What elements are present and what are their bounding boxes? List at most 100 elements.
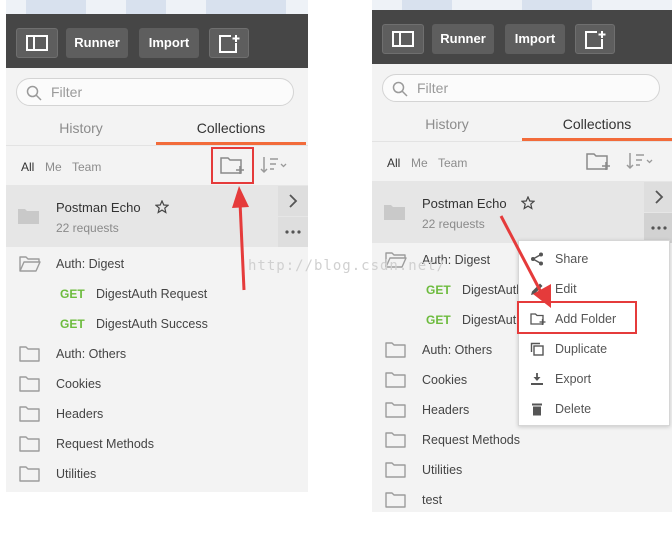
search-box[interactable]	[382, 74, 660, 102]
expand-collection-button[interactable]	[278, 186, 308, 216]
folder-icon	[19, 466, 40, 482]
menu-item-label: Delete	[555, 402, 592, 416]
folder-label: Auth: Digest	[56, 257, 125, 271]
sidebar-toggle-button[interactable]	[16, 28, 58, 58]
filter-me[interactable]: Me	[45, 160, 62, 174]
highlight-new-folder	[211, 147, 254, 184]
duplicate-icon	[530, 342, 544, 356]
folder-label: Auth: Others	[422, 343, 493, 357]
menu-item-delete[interactable]: Delete	[519, 394, 669, 424]
import-button[interactable]: Import	[139, 28, 199, 58]
tab-history[interactable]: History	[372, 111, 522, 137]
sidebar-icon	[392, 31, 414, 47]
folder-icon	[19, 406, 40, 422]
folder-icon	[385, 432, 406, 448]
menu-item-label: Edit	[555, 282, 577, 296]
folder-row[interactable]: test	[372, 485, 672, 512]
menu-item-label: Export	[555, 372, 592, 386]
tab-collections[interactable]: Collections	[156, 115, 306, 141]
folder-icon	[19, 376, 40, 392]
collection-item[interactable]: Postman Echo 22 requests	[6, 185, 308, 247]
request-label: DigestAuth Success	[96, 317, 208, 331]
folder-row[interactable]: Request Methods	[6, 429, 308, 459]
method-badge: GET	[426, 313, 451, 327]
folder-row[interactable]: Cookies	[6, 369, 308, 399]
more-icon	[285, 230, 301, 234]
method-badge: GET	[60, 287, 85, 301]
menu-item-export[interactable]: Export	[519, 364, 669, 394]
new-window-button[interactable]	[209, 28, 249, 58]
folder-label: Utilities	[56, 467, 97, 481]
collection-more-button[interactable]	[644, 213, 672, 243]
sidebar-panel-left: Runner Import History Collections All Me…	[6, 0, 308, 492]
folder-icon	[385, 402, 406, 418]
chevron-right-icon	[289, 194, 298, 208]
new-tab-icon	[219, 35, 240, 53]
menu-item-label: Duplicate	[555, 342, 608, 356]
folder-icon	[385, 372, 406, 388]
expand-collection-button[interactable]	[644, 182, 672, 212]
folder-label: test	[422, 493, 443, 507]
folder-label: Auth: Others	[56, 347, 127, 361]
toolbar: Runner Import	[6, 14, 308, 68]
collection-more-button[interactable]	[278, 217, 308, 247]
method-badge: GET	[60, 317, 85, 331]
import-button[interactable]: Import	[505, 24, 565, 54]
search-input[interactable]	[417, 78, 647, 98]
new-folder-icon[interactable]	[586, 151, 612, 171]
filter-me[interactable]: Me	[411, 156, 428, 170]
folder-open-icon	[19, 256, 41, 272]
toolbar: Runner Import	[372, 10, 672, 64]
star-icon[interactable]	[155, 200, 169, 214]
filter-team[interactable]: Team	[438, 156, 467, 170]
folder-label: Utilities	[422, 463, 463, 477]
folder-row[interactable]: Request Methods	[372, 425, 672, 455]
folder-row[interactable]: Utilities	[6, 459, 308, 489]
sort-icon[interactable]	[260, 156, 288, 174]
collection-name: Postman Echo	[56, 200, 141, 215]
folder-icon	[385, 342, 406, 358]
more-icon	[651, 226, 667, 230]
tab-collections[interactable]: Collections	[522, 111, 672, 137]
folder-label: Request Methods	[56, 437, 154, 451]
collection-request-count: 22 requests	[422, 217, 485, 231]
sidebar-toggle-button[interactable]	[382, 24, 424, 54]
search-box[interactable]	[16, 78, 294, 106]
annotation-arrow-down-icon	[499, 215, 551, 308]
tab-history[interactable]: History	[6, 115, 156, 141]
folder-icon	[19, 346, 40, 362]
folder-label: Cookies	[422, 373, 468, 387]
collection-folder-icon	[18, 209, 39, 224]
folder-row[interactable]: Utilities	[372, 455, 672, 485]
folder-label: Cookies	[56, 377, 102, 391]
filter-team[interactable]: Team	[72, 160, 101, 174]
sidebar-icon	[26, 35, 48, 51]
menu-item-duplicate[interactable]: Duplicate	[519, 334, 669, 364]
folder-row[interactable]: Headers	[6, 399, 308, 429]
star-icon[interactable]	[521, 196, 535, 210]
folder-icon	[19, 436, 40, 452]
filter-all[interactable]: All	[387, 156, 400, 170]
search-icon	[392, 81, 408, 97]
runner-button[interactable]: Runner	[66, 28, 128, 58]
filter-all[interactable]: All	[21, 160, 34, 174]
folder-row[interactable]: Auth: Others	[6, 339, 308, 369]
request-label: DigestAuth Request	[96, 287, 208, 301]
folder-label: Request Methods	[422, 433, 520, 447]
request-row[interactable]: GET DigestAuth Request	[6, 279, 308, 309]
new-window-button[interactable]	[575, 24, 615, 54]
menu-item-label: Share	[555, 252, 589, 266]
chevron-right-icon	[655, 190, 664, 204]
watermark: http://blog.csdn.net/	[248, 258, 447, 274]
collection-request-count: 22 requests	[56, 221, 119, 235]
request-row[interactable]: GET DigestAuth Success	[6, 309, 308, 339]
new-tab-icon	[585, 31, 606, 49]
trash-icon	[532, 403, 542, 416]
folder-icon	[385, 462, 406, 478]
folder-label: Headers	[56, 407, 104, 421]
sort-icon[interactable]	[626, 152, 654, 170]
annotation-arrow-up-icon	[232, 186, 249, 291]
runner-button[interactable]: Runner	[432, 24, 494, 54]
search-input[interactable]	[51, 82, 281, 102]
divider	[6, 145, 308, 146]
